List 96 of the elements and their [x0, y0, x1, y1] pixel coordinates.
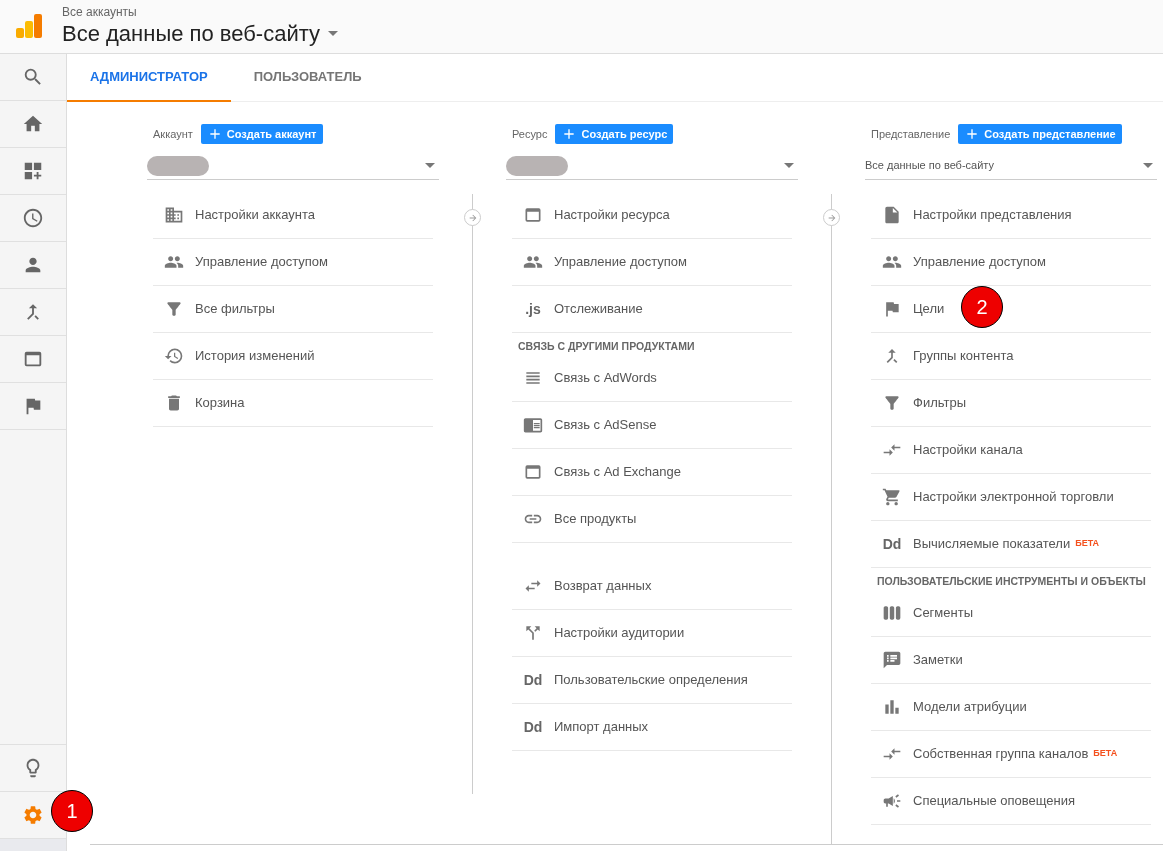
column-label: Аккаунт — [153, 126, 193, 142]
breadcrumb[interactable]: Все аккаунты — [62, 4, 339, 19]
menu-item[interactable]: Настройки ресурса — [512, 192, 792, 239]
menu-item[interactable]: Настройки аудитории — [512, 610, 792, 657]
bar-chart-icon — [882, 697, 902, 717]
item-label: Все фильтры — [195, 300, 275, 319]
menu-item[interactable]: Модели атрибуции — [871, 684, 1151, 731]
section-heading: ПОЛЬЗОВАТЕЛЬСКИЕ ИНСТРУМЕНТЫ И ОБЪЕКТЫ — [876, 574, 1147, 590]
item-label: Связь с AdWords — [554, 369, 657, 388]
notes-icon — [882, 650, 902, 670]
reader-icon — [523, 415, 543, 435]
column-label: Ресурс — [512, 126, 548, 142]
menu-item[interactable]: Фильтры — [871, 380, 1151, 427]
search-icon — [22, 66, 44, 88]
caret-icon — [1143, 163, 1153, 168]
history-icon — [164, 346, 184, 366]
tab[interactable]: АДМИНИСТРАТОР — [67, 54, 231, 102]
menu-item[interactable]: Заметки — [871, 637, 1151, 684]
item-label: Отслеживание — [554, 300, 643, 319]
item-label: Импорт данных — [554, 718, 649, 737]
building-icon — [164, 205, 184, 225]
menu-item[interactable]: Корзина — [153, 380, 433, 427]
redacted-value — [506, 155, 568, 176]
menu-item[interactable]: .js Отслеживание — [512, 286, 792, 333]
item-label: Группы контента — [913, 347, 1014, 366]
clock-icon — [22, 207, 44, 229]
document-icon — [882, 205, 902, 225]
redacted-value — [147, 155, 209, 176]
tab[interactable]: ПОЛЬЗОВАТЕЛЬ — [230, 54, 385, 102]
cart-icon — [882, 487, 902, 507]
section-heading: СВЯЗЬ С ДРУГИМИ ПРОДУКТАМИ — [517, 339, 696, 355]
icon-text: Dd — [523, 717, 543, 737]
item-label: Управление доступом — [195, 253, 328, 272]
item-label: Управление доступом — [913, 253, 1046, 272]
dashboard-icon — [22, 160, 44, 182]
menu-item[interactable]: Dd Импорт данных — [512, 704, 792, 751]
selector-field[interactable]: Все данные по веб-сайту — [865, 152, 1157, 180]
item-label: Собственная группа каналов — [913, 745, 1089, 764]
menu-item[interactable]: История изменений — [153, 333, 433, 380]
item-label: Корзина — [195, 394, 245, 413]
menu-item[interactable]: Все продукты — [512, 496, 792, 543]
item-label: Настройки аккаунта — [195, 206, 316, 225]
item-label: Цели — [913, 300, 945, 319]
menu-item[interactable]: Сегменты — [871, 590, 1151, 637]
fork-arrow-icon — [523, 623, 543, 643]
item-label: Модели атрибуции — [913, 698, 1027, 717]
menu-item[interactable]: Связь с Ad Exchange — [512, 449, 792, 496]
item-label: Сегменты — [913, 604, 973, 623]
menu-item[interactable]: Dd Пользовательские определения — [512, 657, 792, 704]
menu-item[interactable]: Связь с AdSense — [512, 402, 792, 449]
caret-icon — [425, 163, 435, 168]
item-label: Заметки — [913, 651, 963, 670]
menu-item[interactable]: Все фильтры — [153, 286, 433, 333]
menu-item[interactable]: Специальные оповещения — [871, 778, 1151, 825]
window-icon — [523, 462, 543, 482]
step-marker: 2 — [961, 286, 1003, 328]
menu-item[interactable]: Настройки канала — [871, 427, 1151, 474]
item-label: Настройки электронной торговли — [913, 488, 1114, 507]
menu-item[interactable]: Группы контента — [871, 333, 1151, 380]
item-label: Вычисляемые показатели — [913, 535, 1071, 554]
icon-text: .js — [525, 299, 541, 319]
item-label: Настройки аудитории — [554, 624, 685, 643]
item-label: Настройки ресурса — [554, 206, 670, 225]
settings-icon — [22, 804, 44, 826]
view-selector[interactable]: Все данные по веб-сайту — [62, 18, 339, 49]
beta-label: БЕТА — [1075, 537, 1100, 551]
caret-icon — [784, 163, 794, 168]
item-label: Возврат данных — [554, 577, 652, 596]
item-label: Фильтры — [913, 394, 966, 413]
menu-item[interactable]: Связь с AdWords — [512, 355, 792, 402]
item-label: Связь с AdSense — [554, 416, 657, 435]
beta-label: БЕТА — [1093, 747, 1118, 761]
menu-item[interactable]: Управление доступом — [153, 239, 433, 286]
item-label: Связь с Ad Exchange — [554, 463, 681, 482]
item-label: История изменений — [195, 347, 315, 366]
menu-item[interactable]: Настройки аккаунта — [153, 192, 433, 239]
menu-item[interactable]: Возврат данных — [512, 563, 792, 610]
item-label: Пользовательские определения — [554, 671, 748, 690]
item-label: Все продукты — [554, 510, 637, 529]
item-label: Настройки представления — [913, 206, 1072, 225]
columns-icon — [882, 603, 902, 623]
menu-item[interactable]: Настройки представления — [871, 192, 1151, 239]
menu-item[interactable]: Настройки электронной торговли — [871, 474, 1151, 521]
menu-item[interactable]: Управление доступом — [871, 239, 1151, 286]
logo-icon — [16, 13, 42, 40]
icon-text: Dd — [523, 670, 543, 690]
item-label: Настройки канала — [913, 441, 1023, 460]
menu-item[interactable]: Собственная группа каналов БЕТА — [871, 731, 1151, 778]
menu-item[interactable]: Dd Вычисляемые показатели БЕТА — [871, 521, 1151, 568]
item-label: Управление доступом — [554, 253, 687, 272]
icon-text: Dd — [882, 534, 902, 554]
item-label: Специальные оповещения — [913, 792, 1076, 811]
column-label: Представление — [871, 126, 951, 142]
menu-item[interactable]: Управление доступом — [512, 239, 792, 286]
caret-icon — [328, 31, 339, 36]
window-icon — [523, 205, 543, 225]
